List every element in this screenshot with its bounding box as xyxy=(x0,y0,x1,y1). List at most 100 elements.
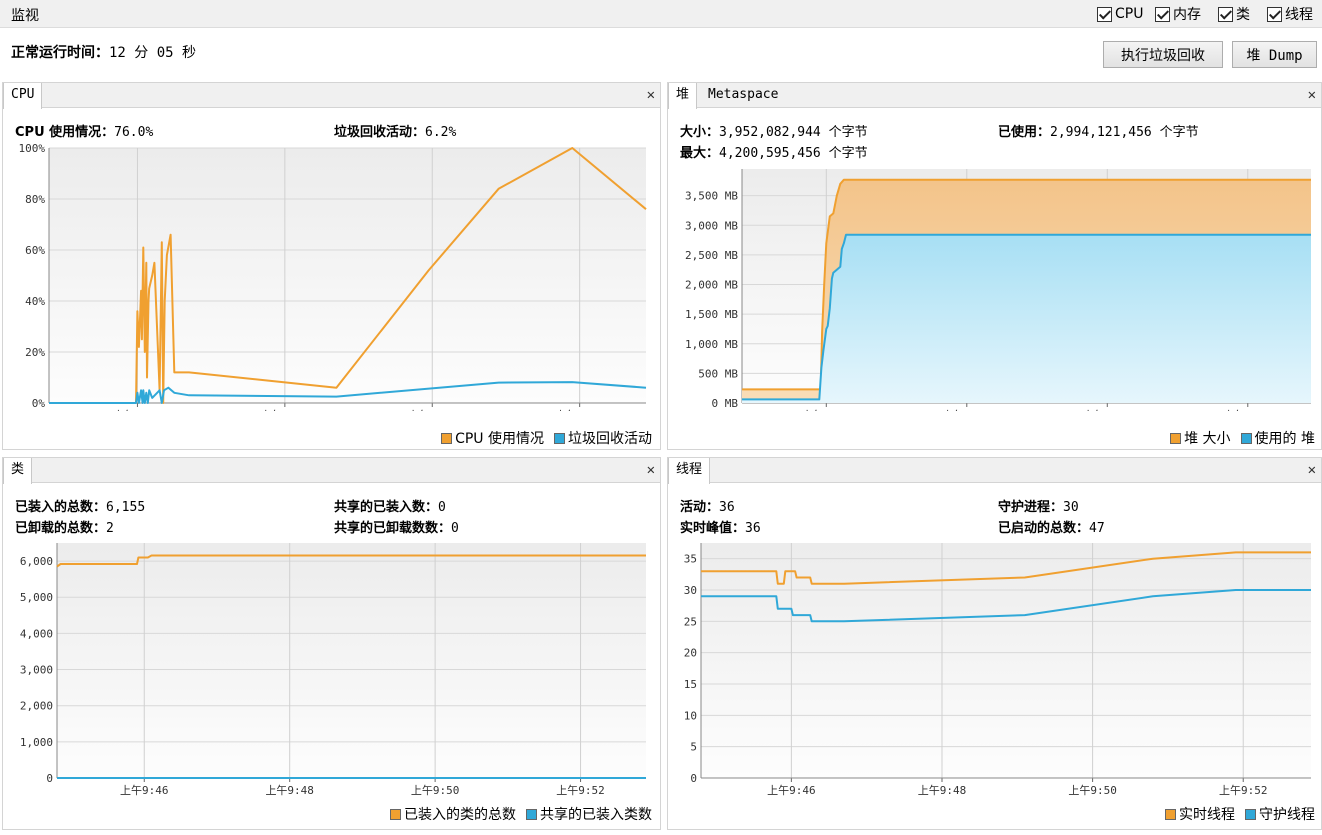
checkbox-icon[interactable] xyxy=(1218,6,1233,22)
y-tick-label: 40% xyxy=(25,295,45,308)
tab-classes[interactable]: 类 xyxy=(3,458,33,484)
legend-label: 垃圾回收活动 xyxy=(568,431,652,447)
close-icon[interactable]: ✕ xyxy=(647,87,655,103)
heap-dump-button[interactable]: 堆 Dump xyxy=(1232,41,1317,68)
heap-legend: 堆 大小 使用的 堆 xyxy=(1160,428,1315,448)
y-tick-label: 2,000 xyxy=(20,700,53,713)
uptime: 正常运行时间：12 分 05 秒 xyxy=(11,42,196,62)
memory-tabbar: 堆 Metaspace ✕ xyxy=(668,83,1321,109)
y-tick-label: 20% xyxy=(25,346,45,359)
threads-live-label: 活动： xyxy=(680,500,720,515)
heap-used-label: 已使用： xyxy=(998,125,1051,140)
legend-label: 已装入的类的总数 xyxy=(404,807,516,823)
plot-area xyxy=(57,543,646,778)
x-tick-label: 上午9:50 xyxy=(1083,409,1132,411)
gc-activity-label: 垃圾回收活动： xyxy=(334,125,426,140)
x-tick-label: 上午9:46 xyxy=(113,409,162,411)
y-tick-label: 15 xyxy=(684,678,697,691)
y-tick-label: 80% xyxy=(25,193,45,206)
y-tick-label: 4,000 xyxy=(20,627,53,640)
y-tick-label: 3,000 xyxy=(20,664,53,677)
heap-max-label: 最大： xyxy=(680,146,720,161)
legend-label: 使用的 堆 xyxy=(1254,431,1315,447)
close-icon[interactable]: ✕ xyxy=(1308,87,1316,103)
x-tick-label: 上午9:52 xyxy=(1219,784,1268,797)
legend-label: CPU 使用情况 xyxy=(455,431,544,447)
legend-item: CPU 使用情况 xyxy=(441,428,544,448)
y-tick-label: 25 xyxy=(684,615,697,628)
tab-threads[interactable]: 线程 xyxy=(668,458,711,484)
legend-item: 堆 大小 xyxy=(1170,428,1231,448)
perform-gc-button[interactable]: 执行垃圾回收 xyxy=(1103,41,1223,68)
threads-legend: 实时线程 守护线程 xyxy=(1155,804,1315,824)
uptime-value: 12 分 05 秒 xyxy=(109,45,197,61)
memory-panel: 堆 Metaspace ✕ 大小：3,952,082,944 个字节 最大：4,… xyxy=(667,82,1322,450)
x-tick-label: 上午9:50 xyxy=(411,784,460,797)
cpu-tabbar: CPU ✕ xyxy=(3,83,660,109)
y-tick-label: 100% xyxy=(19,143,46,155)
y-tick-label: 3,000 MB xyxy=(685,219,738,232)
close-icon[interactable]: ✕ xyxy=(1308,462,1316,478)
tab-heap[interactable]: 堆 xyxy=(668,83,698,109)
checkbox-icon[interactable] xyxy=(1097,6,1112,22)
y-tick-label: 2,000 MB xyxy=(685,279,738,292)
x-tick-label: 上午9:48 xyxy=(261,409,310,411)
y-tick-label: 0 MB xyxy=(712,397,739,410)
legend-swatch xyxy=(1245,808,1256,820)
x-tick-label: 上午9:48 xyxy=(265,784,314,797)
legend-label: 堆 大小 xyxy=(1184,431,1231,447)
window-title: 监视 xyxy=(11,8,39,24)
x-tick-label: 上午9:48 xyxy=(943,409,992,411)
y-tick-label: 0 xyxy=(46,772,53,785)
threads-panel: 线程 ✕ 活动：36 实时峰值：36 守护进程：30 已启动的总数：47 051… xyxy=(667,457,1322,830)
x-tick-label: 上午9:52 xyxy=(556,784,605,797)
heap-size-value: 3,952,082,944 个字节 xyxy=(719,125,868,140)
y-tick-label: 1,000 xyxy=(20,736,53,749)
x-tick-label: 上午9:50 xyxy=(1068,784,1117,797)
legend-item: 实时线程 xyxy=(1165,804,1235,824)
tab-cpu[interactable]: CPU xyxy=(3,83,43,109)
close-icon[interactable]: ✕ xyxy=(647,462,655,478)
toggle-classes-label: 类 xyxy=(1236,7,1250,23)
threads-chart: 0 5 10 15 20 25 30 35 上午9:46 上午9:48 上午9:50 上午9:52 xyxy=(684,543,1311,797)
shared-unloaded-label: 共享的已卸载数数： xyxy=(334,521,452,536)
threads-daemon-stat: 守护进程：30 xyxy=(998,496,1079,515)
heap-max-value: 4,200,595,456 个字节 xyxy=(719,146,868,161)
toggle-threads[interactable]: 线程 xyxy=(1267,5,1313,23)
x-tick-label: 上午9:46 xyxy=(767,784,816,797)
legend-item: 已装入的类的总数 xyxy=(390,804,516,824)
checkbox-icon[interactable] xyxy=(1155,6,1170,22)
toggle-classes[interactable]: 类 xyxy=(1218,5,1250,23)
legend-swatch xyxy=(390,808,401,820)
tab-metaspace[interactable]: Metaspace xyxy=(701,83,785,108)
toggle-memory[interactable]: 内存 xyxy=(1155,5,1201,23)
checkbox-icon[interactable] xyxy=(1267,6,1282,22)
cpu-usage-label: CPU 使用情况： xyxy=(15,125,115,140)
legend-swatch xyxy=(526,808,537,820)
threads-started-value: 47 xyxy=(1089,521,1105,536)
x-tick-label: 上午9:52 xyxy=(1224,409,1273,411)
classes-unloaded-label: 已卸载的总数： xyxy=(15,521,107,536)
y-tick-label: 3,500 MB xyxy=(685,190,738,203)
threads-started-stat: 已启动的总数：47 xyxy=(998,517,1105,536)
cpu-usage-stat: CPU 使用情况：76.0% xyxy=(15,121,153,140)
heap-chart: 0 MB 500 MB 1,000 MB 1,500 MB 2,000 MB 2,500 … xyxy=(685,169,1311,411)
legend-label: 共享的已装入类数 xyxy=(540,807,652,823)
shared-loaded-stat: 共享的已装入数：0 xyxy=(334,496,446,515)
heap-max-stat: 最大：4,200,595,456 个字节 xyxy=(680,142,868,161)
classes-loaded-value: 6,155 xyxy=(106,500,146,515)
legend-item: 共享的已装入类数 xyxy=(526,804,652,824)
threads-live-value: 36 xyxy=(719,500,735,515)
shared-unloaded-stat: 共享的已卸载数数：0 xyxy=(334,517,459,536)
threads-started-label: 已启动的总数： xyxy=(998,521,1090,536)
cpu-usage-value: 76.0% xyxy=(114,125,154,140)
toggle-cpu[interactable]: CPU xyxy=(1097,5,1143,23)
legend-swatch xyxy=(1165,808,1176,820)
y-tick-label: 35 xyxy=(684,553,697,566)
legend-item: 使用的 堆 xyxy=(1240,428,1315,448)
threads-tabbar: 线程 ✕ xyxy=(668,458,1321,484)
classes-loaded-label: 已装入的总数： xyxy=(15,500,107,515)
legend-label: 守护线程 xyxy=(1259,807,1315,823)
y-tick-label: 2,500 MB xyxy=(685,249,738,262)
shared-loaded-value: 0 xyxy=(438,500,446,515)
